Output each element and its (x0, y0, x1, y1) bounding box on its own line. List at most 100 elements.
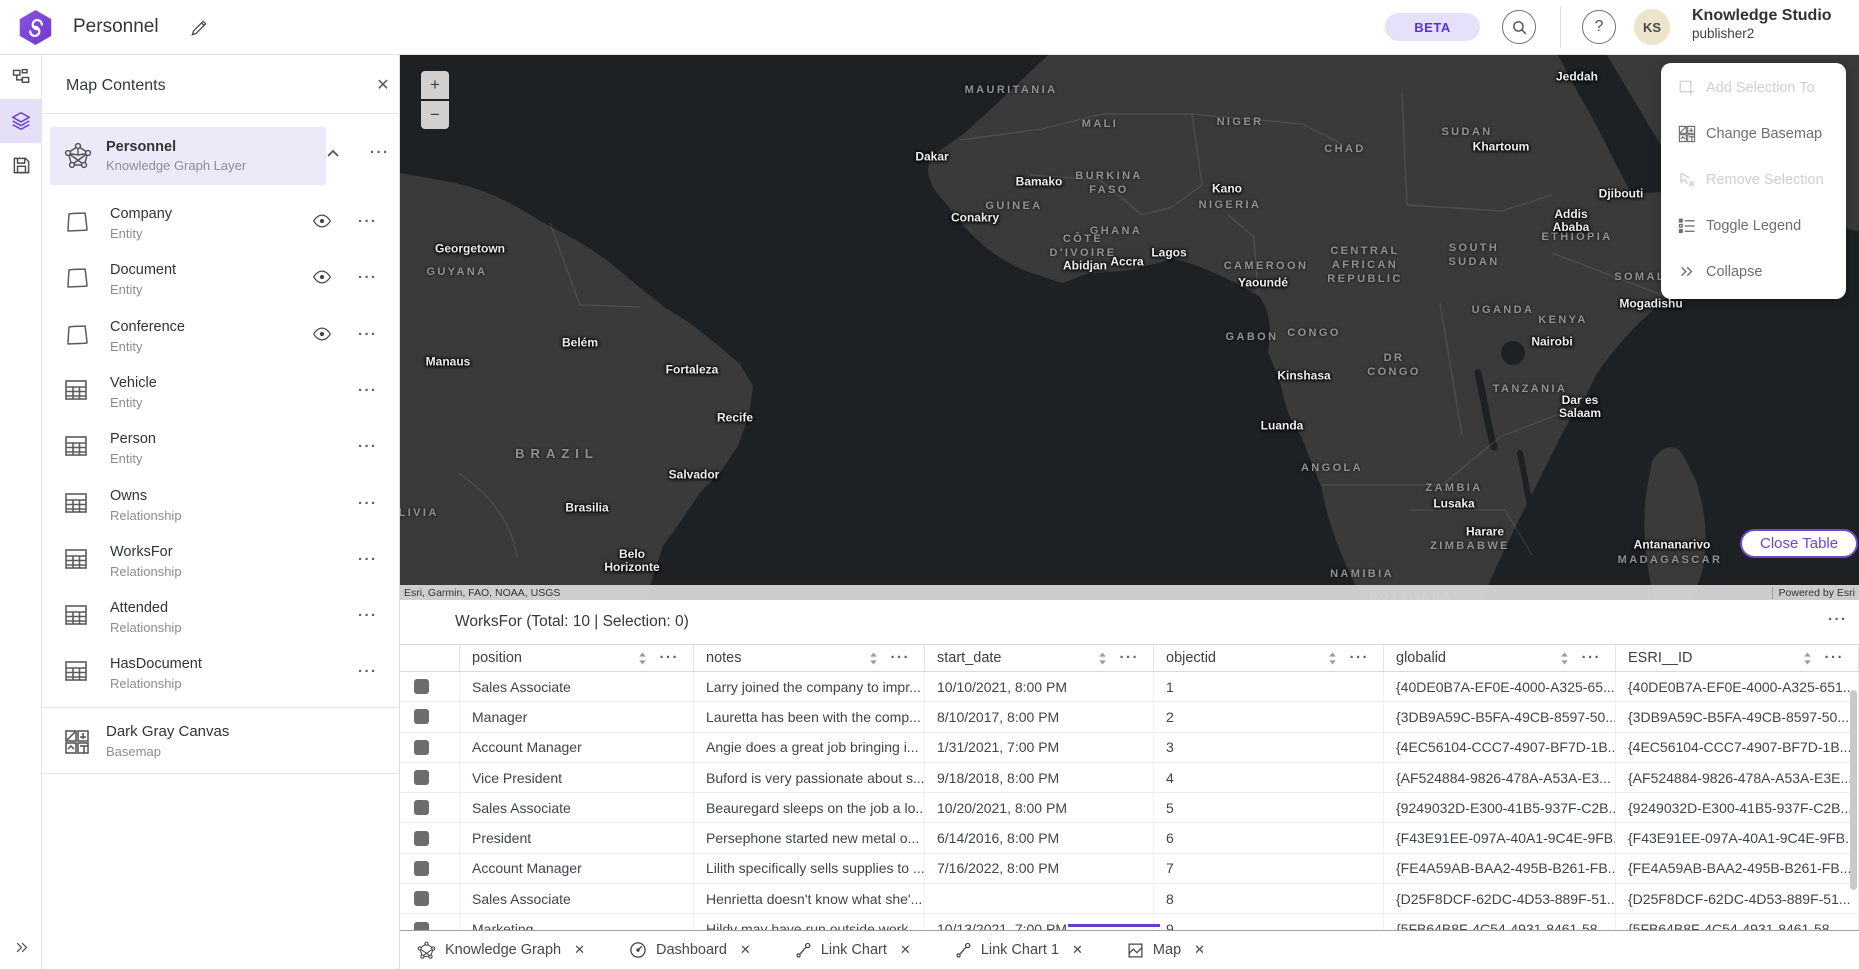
layer-item-vehicle[interactable]: VehicleEntity··· (50, 365, 392, 421)
row-checkbox[interactable] (414, 770, 429, 785)
cell-start_date[interactable]: 1/31/2021, 7:00 PM (925, 733, 1154, 762)
layer-item-hasdocument[interactable]: HasDocumentRelationship··· (50, 646, 392, 702)
cell-objectid[interactable]: 8 (1154, 884, 1384, 913)
cell-position[interactable]: Account Manager (460, 733, 694, 762)
column-options-icon[interactable]: ··· (1120, 648, 1140, 668)
layer-item-document[interactable]: DocumentEntity··· (50, 252, 392, 308)
cell-position[interactable]: Sales Associate (460, 793, 694, 822)
cell-start_date[interactable]: 10/10/2021, 8:00 PM (925, 672, 1154, 701)
layer-options-icon[interactable]: ··· (358, 662, 378, 682)
layer-item-attended[interactable]: AttendedRelationship··· (50, 590, 392, 646)
tab-close-icon[interactable]: ✕ (1194, 942, 1205, 958)
table-row[interactable]: Account ManagerLilith specifically sells… (400, 854, 1859, 884)
cell-notes[interactable]: Lauretta has been with the comp... (694, 702, 925, 731)
table-body[interactable]: Sales AssociateLarry joined the company … (400, 672, 1859, 930)
tab-close-icon[interactable]: ✕ (740, 942, 751, 958)
rail-item-layers[interactable] (0, 99, 42, 143)
cell-globalid[interactable]: {FE4A59AB-BAA2-495B-B261-FB... (1384, 854, 1616, 883)
layer-options-icon[interactable]: ··· (358, 550, 378, 570)
cell-position[interactable]: Sales Associate (460, 672, 694, 701)
cell-esri_id[interactable]: {5FB64B8F-4C54-4931-8461-58... (1616, 914, 1859, 930)
tab-knowledge-graph[interactable]: Knowledge Graph✕ (417, 941, 585, 960)
cell-objectid[interactable]: 4 (1154, 763, 1384, 792)
cell-notes[interactable]: Beauregard sleeps on the job a lo... (694, 793, 925, 822)
layer-item-conference[interactable]: ConferenceEntity··· (50, 309, 392, 365)
cell-globalid[interactable]: {F43E91EE-097A-40A1-9C4E-9FB... (1384, 823, 1616, 852)
close-table-button[interactable]: Close Table (1740, 529, 1858, 558)
edit-title-pencil-icon[interactable] (189, 18, 209, 38)
table-row[interactable]: Account ManagerAngie does a great job br… (400, 733, 1859, 763)
tab-link-chart-1[interactable]: Link Chart 1✕ (955, 942, 1083, 959)
layer-options-icon[interactable]: ··· (358, 212, 378, 232)
menu-item-collapse[interactable]: Collapse (1661, 249, 1846, 295)
cell-globalid[interactable]: {40DE0B7A-EF0E-4000-A325-65... (1384, 672, 1616, 701)
cell-objectid[interactable]: 9 (1154, 914, 1384, 930)
tab-close-icon[interactable]: ✕ (574, 942, 585, 958)
cell-notes[interactable]: Lilith specifically sells supplies to ..… (694, 854, 925, 883)
cell-position[interactable]: Sales Associate (460, 884, 694, 913)
tab-close-icon[interactable]: ✕ (900, 942, 911, 958)
sort-icon[interactable] (868, 651, 879, 666)
table-row[interactable]: ManagerLauretta has been with the comp..… (400, 702, 1859, 732)
rail-item-hierarchy[interactable] (0, 55, 42, 99)
zoom-in-button[interactable]: + (421, 71, 449, 99)
column-options-icon[interactable]: ··· (660, 648, 680, 668)
avatar[interactable]: KS (1634, 9, 1670, 45)
cell-globalid[interactable]: {4EC56104-CCC7-4907-BF7D-1B... (1384, 733, 1616, 762)
menu-item-change-basemap[interactable]: Change Basemap (1661, 111, 1846, 157)
table-header-start_date[interactable]: start_date··· (925, 645, 1154, 671)
cell-globalid[interactable]: {3DB9A59C-B5FA-49CB-8597-50... (1384, 702, 1616, 731)
cell-esri_id[interactable]: {40DE0B7A-EF0E-4000-A325-651... (1616, 672, 1859, 701)
cell-position[interactable]: Account Manager (460, 854, 694, 883)
row-checkbox[interactable] (414, 709, 429, 724)
row-checkbox[interactable] (414, 740, 429, 755)
sort-icon[interactable] (1559, 651, 1570, 666)
app-logo-icon[interactable] (18, 10, 53, 45)
visibility-eye-icon[interactable] (312, 327, 332, 341)
row-checkbox[interactable] (414, 679, 429, 694)
tab-map[interactable]: Map✕ (1127, 942, 1205, 959)
cell-esri_id[interactable]: {D25F8DCF-62DC-4D53-889F-51... (1616, 884, 1859, 913)
layer-group-personnel[interactable]: Personnel Knowledge Graph Layer (50, 127, 326, 185)
rail-item-save[interactable] (0, 143, 42, 187)
table-header-notes[interactable]: notes··· (694, 645, 925, 671)
cell-globalid[interactable]: {AF524884-9826-478A-A53A-E3... (1384, 763, 1616, 792)
cell-esri_id[interactable]: {AF524884-9826-478A-A53A-E3E... (1616, 763, 1859, 792)
cell-objectid[interactable]: 2 (1154, 702, 1384, 731)
table-options-icon[interactable]: ··· (1828, 610, 1848, 630)
cell-esri_id[interactable]: {9249032D-E300-41B5-937F-C2B... (1616, 793, 1859, 822)
table-row[interactable]: Sales AssociateBeauregard sleeps on the … (400, 793, 1859, 823)
table-header-esri__id[interactable]: ESRI__ID··· (1616, 645, 1859, 671)
column-options-icon[interactable]: ··· (1582, 648, 1602, 668)
cell-start_date[interactable]: 10/13/2021, 7:00 PM (925, 914, 1154, 930)
cell-notes[interactable]: Buford is very passionate about s... (694, 763, 925, 792)
sort-icon[interactable] (637, 651, 648, 666)
layer-group-options-icon[interactable]: ··· (370, 143, 390, 163)
row-checkbox[interactable] (414, 831, 429, 846)
cell-start_date[interactable]: 9/18/2018, 8:00 PM (925, 763, 1154, 792)
table-row[interactable]: PresidentPersephone started new metal o.… (400, 823, 1859, 853)
row-checkbox[interactable] (414, 861, 429, 876)
table-row[interactable]: Sales AssociateLarry joined the company … (400, 672, 1859, 702)
layer-options-icon[interactable]: ··· (358, 494, 378, 514)
table-row[interactable]: Sales AssociateHenrietta doesn't know wh… (400, 884, 1859, 914)
panel-close-icon[interactable]: ✕ (373, 75, 393, 95)
layer-item-worksfor[interactable]: WorksForRelationship··· (50, 534, 392, 590)
tab-close-icon[interactable]: ✕ (1072, 942, 1083, 958)
cell-position[interactable]: President (460, 823, 694, 852)
layer-item-company[interactable]: CompanyEntity··· (50, 196, 392, 252)
cell-notes[interactable]: Henrietta doesn't know what she'... (694, 884, 925, 913)
visibility-eye-icon[interactable] (312, 214, 332, 228)
collapse-group-chevron-up-icon[interactable] (326, 148, 340, 158)
layer-options-icon[interactable]: ··· (358, 437, 378, 457)
cell-objectid[interactable]: 3 (1154, 733, 1384, 762)
table-header-globalid[interactable]: globalid··· (1384, 645, 1616, 671)
row-checkbox[interactable] (414, 922, 429, 930)
cell-objectid[interactable]: 5 (1154, 793, 1384, 822)
menu-item-toggle-legend[interactable]: Toggle Legend (1661, 203, 1846, 249)
cell-start_date[interactable]: 10/20/2021, 8:00 PM (925, 793, 1154, 822)
cell-objectid[interactable]: 1 (1154, 672, 1384, 701)
cell-notes[interactable]: Persephone started new metal o... (694, 823, 925, 852)
tab-link-chart[interactable]: Link Chart✕ (795, 942, 911, 959)
cell-start_date[interactable] (925, 884, 1154, 913)
